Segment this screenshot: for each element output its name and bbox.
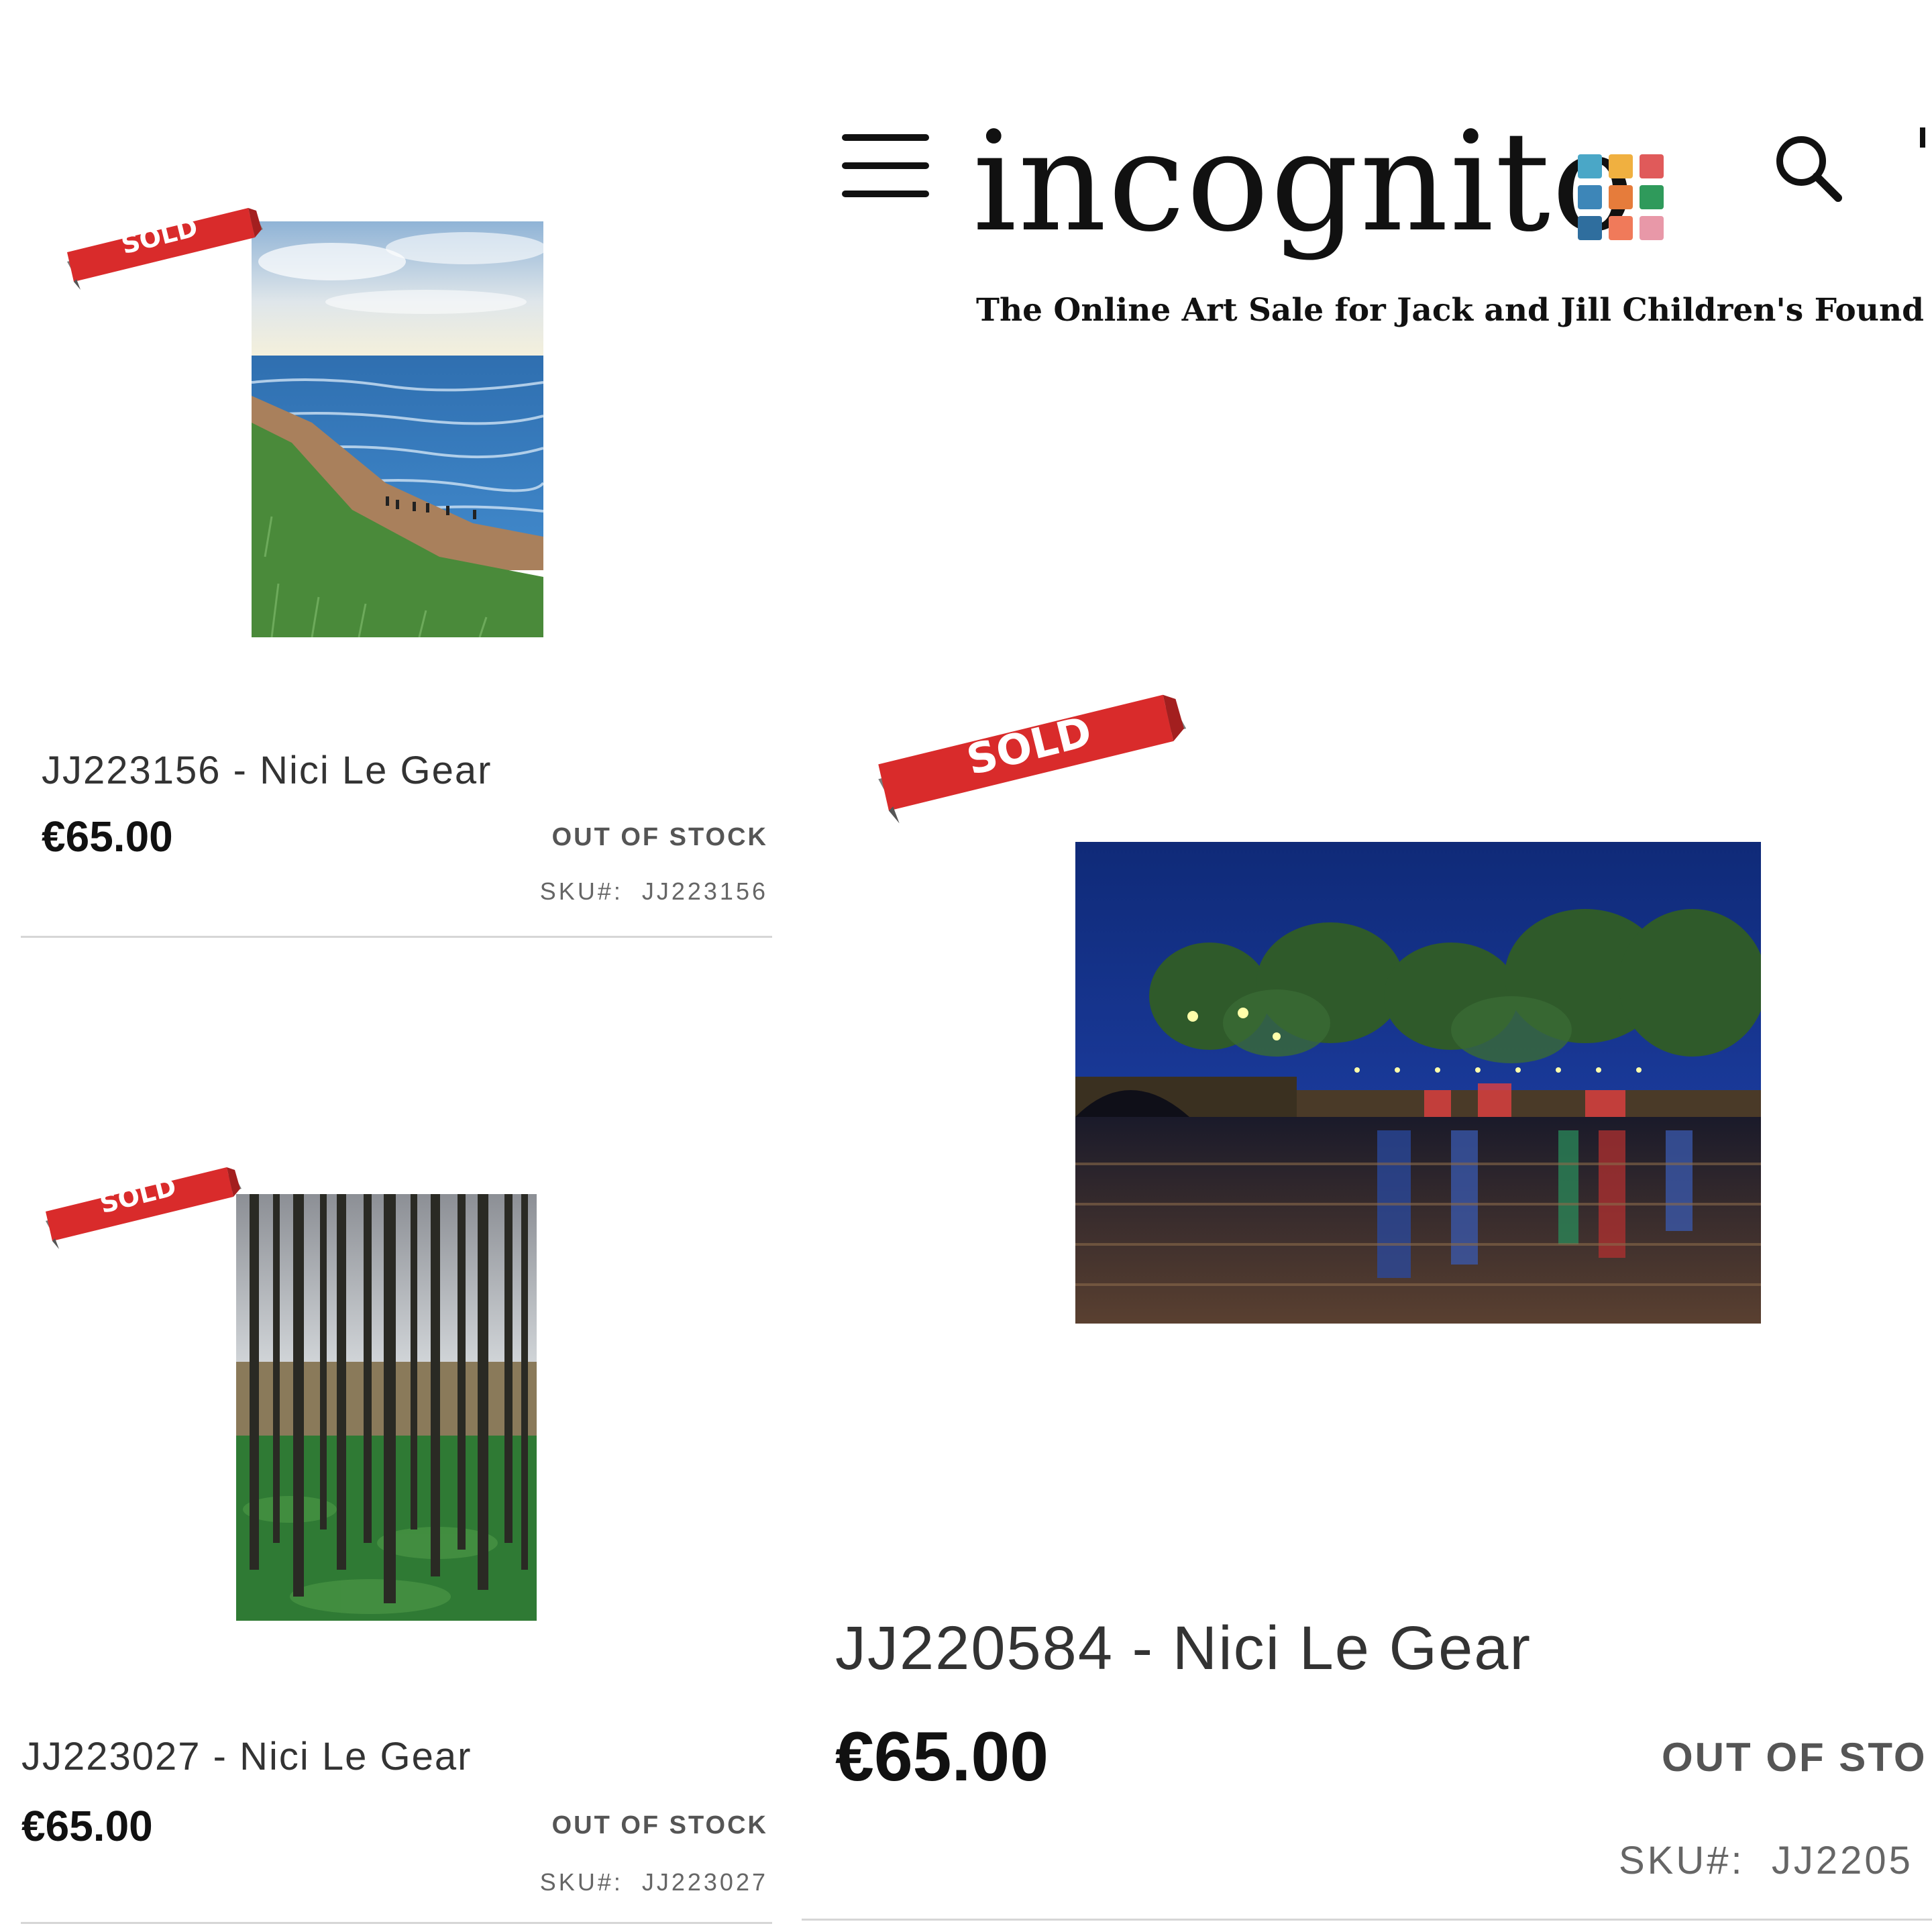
sku-prefix: SKU#: xyxy=(539,877,623,905)
logo-mosaic-icon xyxy=(1578,154,1672,248)
sku-prefix: SKU#: xyxy=(539,1868,623,1896)
stock-status: OUT OF STOCK xyxy=(551,1811,768,1839)
site-tagline: The Online Art Sale for Jack and Jill Ch… xyxy=(976,292,1924,329)
sold-badge: SOLD xyxy=(46,1161,247,1254)
logo-wordmark[interactable]: incognito xyxy=(973,114,1635,252)
product-image-night-river[interactable] xyxy=(1075,842,1761,1324)
product-image-seascape[interactable] xyxy=(252,221,543,637)
stock-status: OUT OF STO xyxy=(1662,1735,1927,1780)
sold-badge: SOLD xyxy=(875,684,1197,832)
search-icon[interactable] xyxy=(1771,131,1845,205)
product-image-forest[interactable] xyxy=(236,1194,537,1621)
sku-value: JJ223027 xyxy=(641,1868,768,1896)
product-title[interactable]: JJ223156 - Nici Le Gear xyxy=(42,748,492,793)
card-divider xyxy=(21,1922,772,1924)
sold-badge: SOLD xyxy=(67,201,268,295)
sku-label: SKU#: JJ2205 xyxy=(1619,1838,1913,1883)
sku-value: JJ2205 xyxy=(1771,1839,1913,1882)
stock-status: OUT OF STOCK xyxy=(551,823,768,851)
sku-label: SKU#: JJ223027 xyxy=(540,1868,768,1896)
menu-icon[interactable] xyxy=(842,134,929,201)
cart-icon[interactable] xyxy=(1920,127,1925,148)
product-card[interactable]: SOLD JJ223156 - Nici Le Gear €65.00 OUT … xyxy=(20,201,778,939)
product-price: €65.00 xyxy=(21,1802,153,1850)
sku-value: JJ223156 xyxy=(641,877,768,905)
product-card[interactable]: SOLD JJ220584 - Nici Le Gear €65.00 OUT … xyxy=(802,684,1932,1932)
sku-prefix: SKU#: xyxy=(1619,1839,1745,1882)
product-title[interactable]: JJ220584 - Nici Le Gear xyxy=(835,1613,1532,1684)
product-card[interactable]: SOLD JJ223027 - Nici Le Gear €65.00 OUT … xyxy=(20,1140,778,1932)
card-divider xyxy=(802,1919,1932,1921)
product-price: €65.00 xyxy=(42,812,173,861)
sku-label: SKU#: JJ223156 xyxy=(540,877,768,906)
product-price: €65.00 xyxy=(835,1718,1049,1796)
product-title[interactable]: JJ223027 - Nici Le Gear xyxy=(21,1734,472,1779)
card-divider xyxy=(21,936,772,938)
